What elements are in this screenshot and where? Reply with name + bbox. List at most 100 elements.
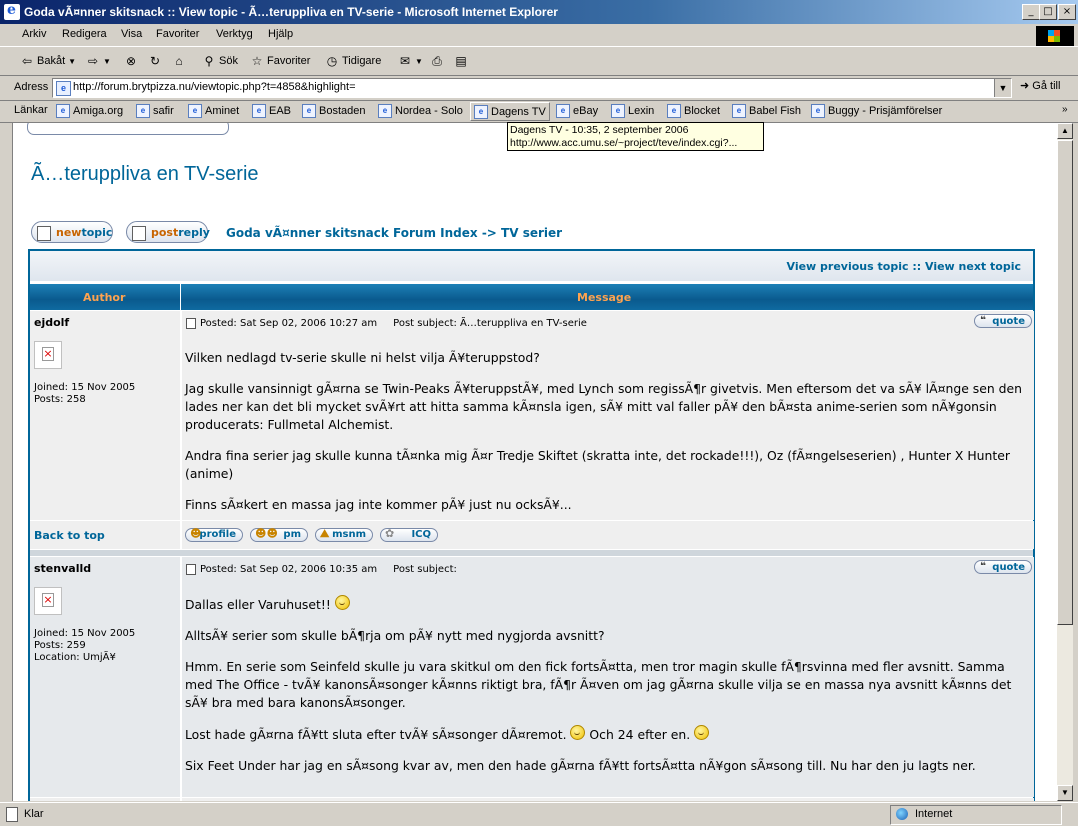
next-topic-link[interactable]: View next topic (925, 260, 1021, 273)
link-buggy[interactable]: e Buggy - Prisjämförelser (811, 104, 942, 118)
forward-arrow-icon: ⇨ (87, 54, 99, 68)
link-dagens-tv[interactable]: e Dagens TV (470, 102, 550, 121)
back-button[interactable]: ⇦ Bakåt ▼ (20, 52, 76, 70)
icq-label: ICQ (411, 529, 431, 540)
search-button[interactable]: ⚲ Sök (202, 52, 238, 70)
message-column-header: Message (577, 291, 632, 304)
stop-button[interactable]: ⊗ (124, 52, 138, 70)
window-title-bar[interactable]: Goda vÃ¤nner skitsnack :: View topic - Ã… (0, 0, 1078, 24)
link-label: Bostaden (319, 105, 366, 117)
links-bar: Länkar e Amiga.org e safir e Aminet e EAB eB… (0, 100, 1078, 123)
forum-link[interactable]: TV serier (501, 226, 562, 240)
profile-button[interactable]: ☻ profile (185, 528, 243, 542)
address-dropdown-icon[interactable]: ▼ (994, 79, 1011, 97)
back-to-top-link[interactable]: Back to top (34, 529, 105, 542)
forward-button[interactable]: ⇨ ▼ (86, 52, 111, 70)
post-paragraph: AlltsÃ¥ serier som skulle bÃ¶rja om pÃ¥ … (185, 628, 605, 643)
link-eab[interactable]: e EAB (252, 104, 291, 118)
new-topic-button[interactable]: new topic (31, 221, 113, 243)
close-button[interactable]: × (1058, 4, 1076, 20)
link-aminet[interactable]: e Aminet (188, 104, 239, 118)
menu-verktyg[interactable]: Verktyg (216, 28, 253, 40)
post-paragraph: Jag skulle vansinnigt gÃ¤rna se Twin-Pea… (185, 381, 1022, 432)
quote-button[interactable]: quote (974, 314, 1032, 328)
post-subject: Post subject: (393, 564, 457, 575)
maximize-button[interactable]: □ (1039, 4, 1057, 20)
ie-page-icon: e (667, 104, 681, 118)
stop-icon: ⊗ (125, 54, 137, 68)
post-subject: Post subject: Ã…teruppliva en TV-serie (393, 318, 587, 329)
post-message-cell: Posted: Sat Sep 02, 2006 10:27 am Post s… (181, 311, 1034, 520)
tooltip-line-1: Dagens TV - 10:35, 2 september 2006 (510, 124, 689, 136)
link-label: EAB (269, 105, 292, 117)
link-nordea[interactable]: e Nordea - Solo (378, 104, 463, 118)
icq-button[interactable]: ✿ ICQ (380, 528, 438, 542)
menu-arkiv[interactable]: Arkiv (22, 28, 46, 40)
msnm-button[interactable]: ⛰ msnm (315, 528, 373, 542)
chevron-down-icon: ▼ (415, 56, 423, 66)
links-overflow-icon[interactable]: » (1062, 104, 1068, 115)
vertical-scrollbar[interactable]: ▲ ▼ (1057, 123, 1073, 801)
back-label: Bakåt (37, 55, 66, 67)
topic-title[interactable]: Ã…teruppliva en TV-serie (31, 163, 259, 186)
post-author-name[interactable]: stenvalld (34, 562, 91, 575)
menu-redigera[interactable]: Redigera (62, 28, 107, 40)
menu-hjalp[interactable]: Hjälp (268, 28, 293, 40)
minimize-button[interactable]: _ (1022, 4, 1040, 20)
link-bostaden[interactable]: e Bostaden (302, 104, 365, 118)
zone-label: Internet (915, 808, 953, 820)
icq-icon: ✿ (385, 527, 395, 540)
scrollbar-thumb[interactable] (1057, 140, 1073, 625)
post-reply-button[interactable]: post reply (126, 221, 210, 243)
go-button[interactable]: ➜ Gå till (1020, 79, 1060, 92)
tooltip-line-2: http://www.acc.umu.se/~project/teve/inde… (510, 137, 738, 149)
back-to-top-cell: Back to top (30, 798, 180, 801)
post-text: Och 24 efter en. (589, 727, 691, 742)
menu-favoriter[interactable]: Favoriter (156, 28, 199, 40)
topic-table: View previous topic :: View next topic A… (28, 249, 1035, 801)
link-lexin[interactable]: e Lexin (611, 104, 654, 118)
mail-button[interactable]: ✉ ▼ (398, 52, 423, 70)
link-blocket[interactable]: e Blocket (667, 104, 720, 118)
link-amiga[interactable]: e Amiga.org (56, 104, 123, 118)
search-label: Sök (219, 55, 238, 67)
post-reply-label-a: post (151, 225, 179, 239)
profile-buttons-row: ☻profile ☻☻pm ⛰msnm ✿ICQ (181, 798, 1034, 801)
favorites-button[interactable]: ☆ Favoriter (250, 52, 311, 70)
history-button[interactable]: ◷ Tidigare (325, 52, 382, 70)
print-button[interactable]: ⎙ (430, 52, 444, 70)
forum-index-link[interactable]: Goda vÃ¤nner skitsnack Forum Index (226, 226, 478, 240)
ie-page-icon: e (136, 104, 150, 118)
post-body: Vilken nedlagd tv-serie skulle ni helst … (185, 349, 1030, 527)
post-header: Posted: Sat Sep 02, 2006 10:35 am Post s… (186, 564, 457, 575)
pm-button[interactable]: ☻☻ pm (250, 528, 308, 542)
author-info: Joined: 15 Nov 2005 Posts: 259 Location:… (34, 628, 135, 664)
menu-bar: Arkiv Redigera Visa Favoriter Verktyg Hj… (0, 24, 1078, 47)
address-input[interactable]: e http://forum.brytpizza.nu/viewtopic.ph… (52, 78, 1012, 98)
author-column-header: Author (83, 291, 126, 304)
window-title: Goda vÃ¤nner skitsnack :: View topic - Ã… (24, 5, 558, 19)
home-button[interactable]: ⌂ (172, 52, 186, 70)
menu-visa[interactable]: Visa (121, 28, 142, 40)
link-label: Nordea - Solo (395, 105, 463, 117)
post-author-name[interactable]: ejdolf (34, 316, 69, 329)
edit-button[interactable]: ▤ (454, 52, 468, 70)
scroll-up-icon[interactable]: ▲ (1057, 123, 1073, 139)
post-date: Posted: Sat Sep 02, 2006 10:27 am (200, 318, 378, 329)
quote-button[interactable]: quote (974, 560, 1032, 574)
refresh-button[interactable]: ↻ (148, 52, 162, 70)
link-label: Blocket (684, 105, 721, 117)
msnm-icon: ⛰ (320, 527, 330, 540)
back-arrow-icon: ⇦ (21, 54, 33, 68)
link-ebay[interactable]: e eBay (556, 104, 598, 118)
author-post-count: Posts: 259 (34, 640, 86, 651)
post-paragraph: Vilken nedlagd tv-serie skulle ni helst … (185, 350, 540, 365)
link-safir[interactable]: e safir (136, 104, 174, 118)
chevron-down-icon: ▼ (103, 56, 111, 66)
previous-topic-link[interactable]: View previous topic (787, 260, 909, 273)
link-babel-fish[interactable]: e Babel Fish (732, 104, 801, 118)
ie-page-icon: e (56, 104, 70, 118)
ie-page-icon: e (811, 104, 825, 118)
scroll-down-icon[interactable]: ▼ (1057, 785, 1073, 801)
post-body: Dallas eller Varuhuset!! AlltsÃ¥ serier … (185, 595, 1030, 788)
